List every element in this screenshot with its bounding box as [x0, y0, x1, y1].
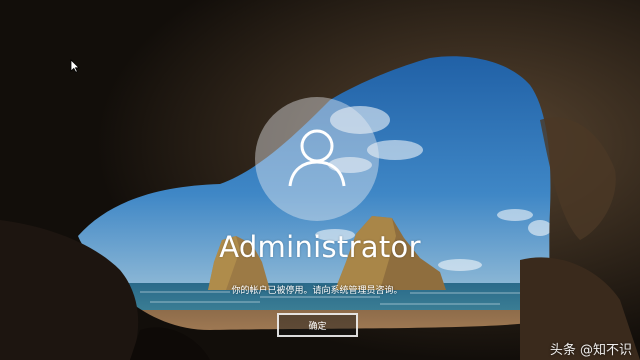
account-disabled-message: 你的帐户已被停用。请向系统管理员咨询。 — [231, 286, 403, 296]
watermark: 头条 @知不识 — [549, 343, 632, 358]
ok-button-label: 确定 — [308, 321, 327, 332]
user-avatar — [255, 97, 379, 221]
ok-button[interactable]: 确定 — [277, 313, 358, 337]
user-silhouette-icon — [288, 129, 346, 187]
account-username: Administrator — [219, 230, 421, 264]
lock-screen: Administrator 你的帐户已被停用。请向系统管理员咨询。 确定 头条 … — [0, 0, 640, 360]
mouse-cursor-icon — [70, 58, 80, 73]
